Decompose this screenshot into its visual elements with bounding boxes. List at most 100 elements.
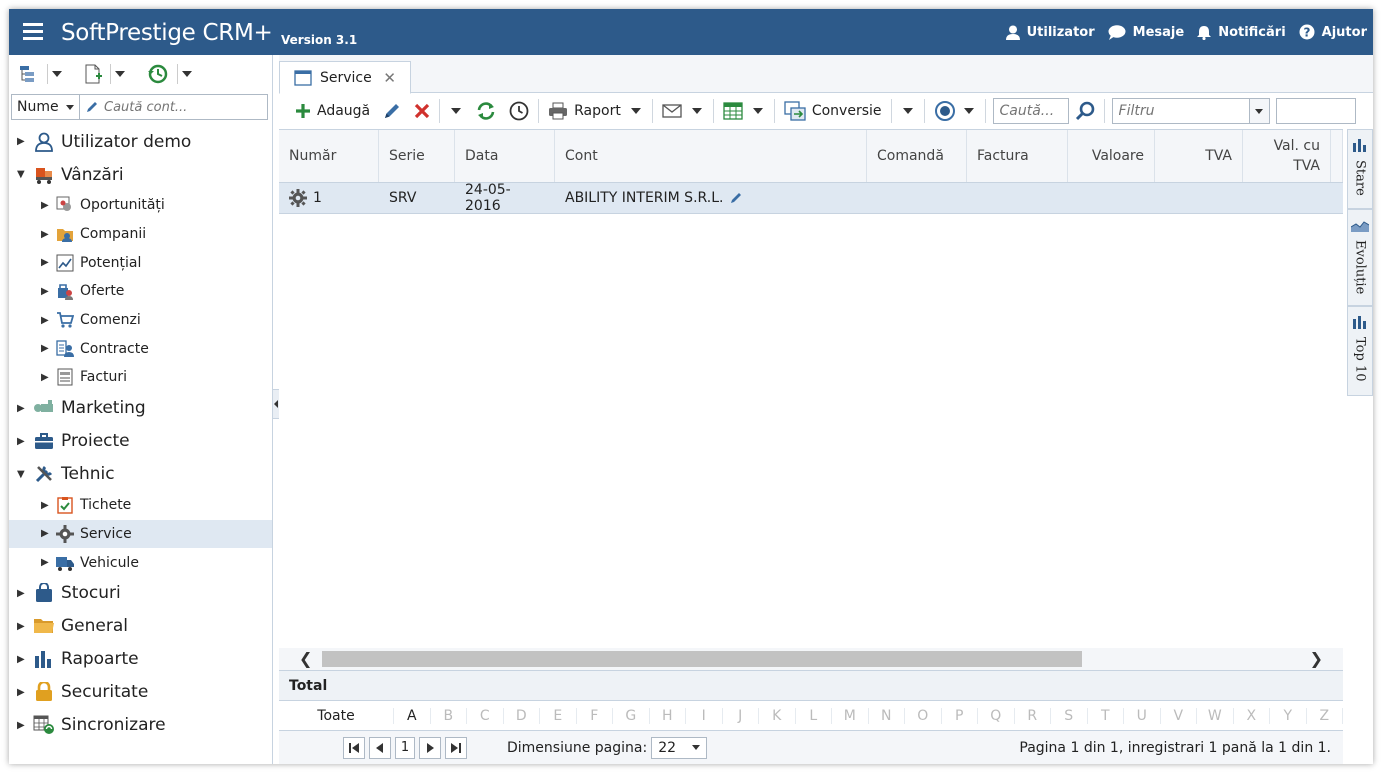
side-tab-top10[interactable]: Top 10	[1347, 306, 1373, 396]
history-button[interactable]	[143, 63, 173, 85]
collapsed-arrow-icon[interactable]: ▶	[41, 557, 53, 568]
refresh-button[interactable]	[469, 96, 503, 126]
column-header-numar[interactable]: Număr	[279, 130, 379, 182]
sidebar-item-contracte[interactable]: ▶ Contracte	[9, 334, 272, 363]
letter-filter-b[interactable]: B	[431, 707, 467, 724]
target-button[interactable]	[928, 96, 962, 126]
prev-page-button[interactable]	[369, 736, 391, 759]
letter-filter-d[interactable]: D	[504, 707, 540, 724]
extra-filter-input[interactable]	[1275, 98, 1356, 124]
grid-search-input[interactable]	[992, 98, 1069, 124]
sidebar-item-comenzi[interactable]: ▶ Comenzi	[9, 306, 272, 335]
letter-filter-c[interactable]: C	[467, 707, 504, 724]
menu-notificari[interactable]: Notificări	[1197, 24, 1286, 40]
expanded-arrow-icon[interactable]: ▼	[17, 469, 29, 480]
sidebar-item-securitate[interactable]: ▶ Securitate	[9, 676, 272, 709]
scroll-left-icon[interactable]: ❮	[299, 649, 312, 668]
letter-filter-o[interactable]: O	[905, 707, 942, 724]
collapsed-arrow-icon[interactable]: ▶	[41, 257, 53, 268]
new-document-button[interactable]	[80, 64, 106, 84]
edit-button[interactable]	[376, 96, 408, 126]
table-row[interactable]: 1 SRV 24-05-2016 ABILITY INTERIM S.R.L.	[279, 182, 1343, 214]
sidebar-item-companii[interactable]: ▶ Companii	[9, 220, 272, 249]
letter-filter-q[interactable]: Q	[978, 707, 1015, 724]
letter-filter-w[interactable]: W	[1197, 707, 1234, 724]
menu-utilizator[interactable]: Utilizator	[1005, 24, 1095, 40]
page-number-input[interactable]: 1	[395, 736, 415, 759]
scroll-right-icon[interactable]: ❯	[1310, 649, 1323, 668]
conversion-dropdown-icon[interactable]	[902, 108, 913, 114]
horizontal-scrollbar[interactable]: ❮ ❯	[279, 648, 1343, 670]
delete-dropdown-icon[interactable]	[451, 108, 462, 114]
chevron-down-icon[interactable]	[1249, 98, 1270, 124]
letter-filter-k[interactable]: K	[759, 707, 796, 724]
collapsed-arrow-icon[interactable]: ▶	[17, 588, 29, 599]
close-icon[interactable]: ✕	[383, 69, 396, 87]
last-page-button[interactable]	[445, 736, 467, 759]
side-tab-evolutie[interactable]: Evoluție	[1347, 209, 1373, 306]
column-header-data[interactable]: Data	[455, 130, 555, 182]
collapsed-arrow-icon[interactable]: ▶	[17, 720, 29, 731]
sidebar-item-potential[interactable]: ▶ Potențial	[9, 248, 272, 277]
letter-filter-s[interactable]: S	[1051, 707, 1088, 724]
collapsed-arrow-icon[interactable]: ▶	[41, 286, 53, 297]
sidebar-item-tichete[interactable]: ▶ Tichete	[9, 491, 272, 520]
target-dropdown-icon[interactable]	[963, 108, 974, 114]
letter-filter-a[interactable]: A	[394, 707, 431, 724]
side-tab-stare[interactable]: Stare	[1347, 129, 1373, 209]
expanded-arrow-icon[interactable]: ▼	[17, 169, 29, 180]
first-page-button[interactable]	[343, 736, 365, 759]
collapsed-arrow-icon[interactable]: ▶	[41, 343, 53, 354]
menu-mesaje[interactable]: Mesaje	[1108, 24, 1184, 40]
sidebar-item-vehicule[interactable]: ▶ Vehicule	[9, 548, 272, 577]
letter-filter-p[interactable]: P	[942, 707, 978, 724]
export-dropdown-icon[interactable]	[752, 108, 763, 114]
report-dropdown-icon[interactable]	[630, 108, 641, 114]
sidebar-item-marketing[interactable]: ▶ Marketing	[9, 392, 272, 425]
collapsed-arrow-icon[interactable]: ▶	[17, 436, 29, 447]
email-dropdown-icon[interactable]	[691, 108, 702, 114]
tab-service[interactable]: Service ✕	[279, 61, 411, 94]
sidebar-item-rapoarte[interactable]: ▶ Rapoarte	[9, 643, 272, 676]
letter-filter-f[interactable]: F	[577, 707, 613, 724]
history-button[interactable]	[503, 96, 535, 126]
column-header-factura[interactable]: Factura	[967, 130, 1068, 182]
letter-filter-y[interactable]: Y	[1270, 707, 1307, 724]
new-document-dropdown-icon[interactable]	[115, 71, 125, 77]
letter-filter-l[interactable]: L	[796, 707, 832, 724]
letter-filter-h[interactable]: H	[650, 707, 686, 724]
collapsed-arrow-icon[interactable]: ▶	[41, 229, 53, 240]
export-excel-button[interactable]	[717, 96, 749, 126]
filter-select[interactable]	[1111, 98, 1270, 124]
collapsed-arrow-icon[interactable]: ▶	[41, 315, 53, 326]
collapsed-arrow-icon[interactable]: ▶	[17, 403, 29, 414]
tree-view-dropdown-icon[interactable]	[52, 71, 62, 77]
email-button[interactable]	[656, 96, 688, 126]
letter-filter-z[interactable]: Z	[1307, 707, 1343, 724]
collapsed-arrow-icon[interactable]: ▶	[41, 500, 53, 511]
letter-filter-m[interactable]: M	[832, 707, 869, 724]
column-header-val-cu-tva[interactable]: Val. cu TVA	[1243, 130, 1331, 182]
account-search-input[interactable]	[104, 99, 264, 115]
sidebar-item-service[interactable]: ▶ Service	[9, 519, 272, 549]
collapsed-arrow-icon[interactable]: ▶	[41, 200, 53, 211]
letter-filter-e[interactable]: E	[540, 707, 577, 724]
letter-filter-g[interactable]: G	[613, 707, 650, 724]
letter-filter-v[interactable]: V	[1161, 707, 1197, 724]
tree-view-button[interactable]	[15, 65, 43, 83]
letter-filter-i[interactable]: I	[686, 707, 723, 724]
sidebar-item-utilizator-demo[interactable]: ▶ Utilizator demo	[9, 125, 272, 158]
sidebar-item-vanzari[interactable]: ▼ Vânzări	[9, 158, 272, 191]
search-field-select[interactable]: Nume	[11, 94, 80, 120]
scrollbar-thumb[interactable]	[322, 651, 1082, 667]
sidebar-item-proiecte[interactable]: ▶ Proiecte	[9, 425, 272, 458]
letter-filter-x[interactable]: X	[1234, 707, 1270, 724]
letter-filter-u[interactable]: U	[1124, 707, 1161, 724]
collapsed-arrow-icon[interactable]: ▶	[17, 136, 29, 147]
add-button[interactable]: Adaugă	[289, 96, 376, 126]
sidebar-item-general[interactable]: ▶ General	[9, 610, 272, 643]
sidebar-item-facturi[interactable]: ▶ Facturi	[9, 363, 272, 392]
column-header-valoare[interactable]: Valoare	[1068, 130, 1155, 182]
collapsed-arrow-icon[interactable]: ▶	[41, 528, 53, 539]
filter-input[interactable]	[1111, 98, 1250, 124]
